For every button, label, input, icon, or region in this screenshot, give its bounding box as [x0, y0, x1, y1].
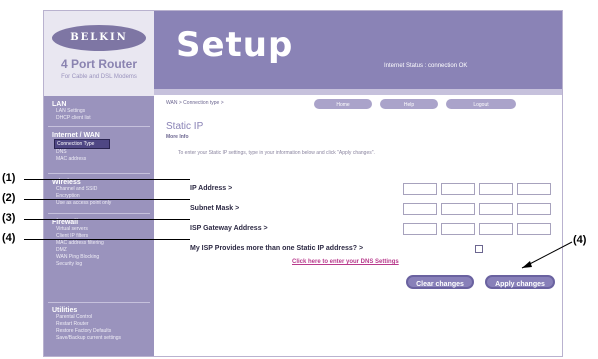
nav-section-utilities: Utilities Parental Control Restart Route… [44, 307, 154, 342]
help-button[interactable]: Help [380, 99, 438, 109]
callout-subnet-mask: (2) [2, 192, 16, 204]
section-heading: Static IP [166, 121, 204, 132]
nav-section-lan: LAN LAN Settings DHCP client list [44, 101, 154, 122]
ip-address-octet-1[interactable] [403, 183, 437, 195]
nav-item-dns[interactable]: DNS [56, 149, 154, 156]
multiple-ip-question: My ISP Provides more than one Static IP … [190, 245, 364, 252]
internet-status: Internet Status : connection OK [384, 63, 468, 69]
callout-arrow [521, 241, 573, 269]
callout-multiple-ip: (4) [2, 232, 16, 244]
callout-line [24, 239, 190, 240]
nav-item-dmz[interactable]: DMZ [56, 247, 154, 254]
callout-line [24, 179, 190, 180]
nav-item-access-point[interactable]: Use as access point only [56, 200, 154, 207]
ip-address-octet-3[interactable] [479, 183, 513, 195]
more-info-link[interactable]: More Info [166, 134, 189, 140]
ip-address-octet-2[interactable] [441, 183, 475, 195]
gateway-octet-4[interactable] [517, 223, 551, 235]
dns-settings-link[interactable]: Click here to enter your DNS Settings [292, 259, 399, 265]
nav-divider [48, 213, 150, 214]
sidebar: BELKIN 4 Port Router For Cable and DSL M… [44, 11, 154, 356]
gateway-octet-3[interactable] [479, 223, 513, 235]
nav-item-restart-router[interactable]: Restart Router [56, 321, 154, 328]
subnet-mask-octet-2[interactable] [441, 203, 475, 215]
nav-divider [48, 126, 150, 127]
intro-text: To enter your Static IP settings, type i… [178, 150, 375, 156]
gateway-octet-2[interactable] [441, 223, 475, 235]
nav-item-mac-address[interactable]: MAC address [56, 156, 154, 163]
nav-heading-lan: LAN [52, 101, 67, 108]
router-subtitle: For Cable and DSL Modems [61, 74, 137, 80]
logo-area: BELKIN 4 Port Router For Cable and DSL M… [44, 11, 154, 96]
ip-address-octet-4[interactable] [517, 183, 551, 195]
nav-section-firewall: Firewall Virtual servers Client IP filte… [44, 219, 154, 268]
belkin-logo: BELKIN [52, 25, 146, 51]
callout-line [24, 219, 190, 220]
nav-item-security-log[interactable]: Security log [56, 261, 154, 268]
router-name: 4 Port Router [60, 57, 137, 71]
nav-item-channel-ssid[interactable]: Channel and SSID [56, 186, 154, 193]
nav-item-wan-ping[interactable]: WAN Ping Blocking [56, 254, 154, 261]
clear-changes-button[interactable]: Clear changes [406, 275, 474, 289]
subnet-mask-octet-1[interactable] [403, 203, 437, 215]
nav-item-mac-filtering[interactable]: MAC address filtering [56, 240, 154, 247]
gateway-label: ISP Gateway Address > [190, 225, 268, 232]
page-title: Setup [176, 25, 294, 65]
nav-heading-utilities: Utilities [52, 307, 78, 314]
callout-line [24, 199, 190, 200]
nav-item-connection-type[interactable]: Connection Type [54, 139, 110, 149]
nav-heading-wan: Internet / WAN [52, 132, 100, 139]
logout-button[interactable]: Logout [446, 99, 516, 109]
home-button[interactable]: Home [314, 99, 372, 109]
nav-item-virtual-servers[interactable]: Virtual servers [56, 226, 154, 233]
nav-divider [48, 173, 150, 174]
page-header: Setup Internet Status : connection OK [154, 11, 562, 89]
nav-section-wan: Internet / WAN Connection Type DNS MAC a… [44, 132, 154, 163]
nav-item-restore-defaults[interactable]: Restore Factory Defaults [56, 328, 154, 335]
nav-heading-wireless: Wireless [52, 179, 81, 186]
main-content: WAN > Connection type > Home Help Logout… [154, 95, 562, 356]
breadcrumb: WAN > Connection type > [166, 100, 224, 106]
nav-item-lan-settings[interactable]: LAN Settings [56, 108, 154, 115]
subnet-mask-octet-3[interactable] [479, 203, 513, 215]
callout-gateway: (3) [2, 212, 16, 224]
nav-heading-firewall: Firewall [52, 219, 79, 226]
nav-item-parental-control[interactable]: Parental Control [56, 314, 154, 321]
nav-divider [48, 302, 150, 303]
subnet-mask-octet-4[interactable] [517, 203, 551, 215]
multiple-ip-checkbox[interactable] [475, 245, 483, 253]
ip-address-label: IP Address > [190, 185, 233, 192]
callout-ip-address: (1) [2, 172, 16, 184]
router-setup-page: BELKIN 4 Port Router For Cable and DSL M… [43, 10, 563, 357]
nav-item-dhcp-list[interactable]: DHCP client list [56, 115, 154, 122]
nav-section-wireless: Wireless Channel and SSID Encryption Use… [44, 179, 154, 207]
subnet-mask-label: Subnet Mask > [190, 205, 240, 212]
gateway-octet-1[interactable] [403, 223, 437, 235]
nav-item-save-backup[interactable]: Save/Backup current settings [56, 335, 154, 342]
